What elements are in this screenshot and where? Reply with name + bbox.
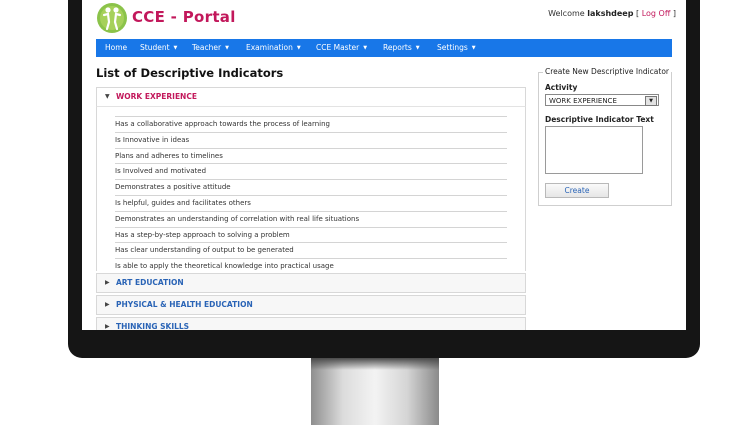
section-header-thinking-skills[interactable]: ▶ THINKING SKILLS	[96, 317, 526, 330]
main-nav: Home Student ▼ Teacher ▼ Examination ▼ CCE …	[96, 39, 672, 57]
nav-examination[interactable]: Examination ▼	[246, 39, 301, 57]
section-header-art-education[interactable]: ▶ ART EDUCATION	[96, 273, 526, 293]
nav-label: Examination	[246, 43, 293, 52]
indicator-item: Is Involved and motivated	[115, 164, 507, 181]
indicator-item: Has a step-by-step approach to solving a…	[115, 228, 507, 244]
arrow-down-icon: ▼	[105, 93, 110, 100]
indicator-accordion: ▼ WORK EXPERIENCE Has a collaborative ap…	[96, 87, 526, 330]
nav-label: Teacher	[192, 43, 222, 52]
arrow-right-icon: ▶	[105, 323, 110, 330]
section-header-physical-health-education[interactable]: ▶ PHYSICAL & HEALTH EDUCATION	[96, 295, 526, 315]
nav-teacher[interactable]: Teacher ▼	[192, 39, 229, 57]
nav-label: Reports	[383, 43, 412, 52]
welcome-text: Welcome	[548, 9, 588, 18]
indicator-list: Has a collaborative approach towards the…	[115, 116, 507, 275]
section-title: WORK EXPERIENCE	[116, 92, 197, 101]
figure-logo-icon	[97, 3, 127, 33]
nav-label: Home	[105, 43, 128, 52]
page-title: List of Descriptive Indicators	[96, 66, 284, 80]
nav-cce-master[interactable]: CCE Master ▼	[316, 39, 367, 57]
indicator-text-field[interactable]	[545, 126, 643, 174]
indicator-item: Is Innovative in ideas	[115, 133, 507, 149]
indicator-item: Demonstrates a positive attitude	[115, 180, 507, 196]
caret-down-icon: ▼	[296, 45, 301, 51]
caret-down-icon: ▼	[415, 45, 420, 51]
indicator-item: Plans and adheres to timelines	[115, 149, 507, 165]
nav-home[interactable]: Home	[105, 39, 127, 57]
username: lakshdeep	[587, 9, 634, 18]
caret-down-icon: ▼	[173, 45, 178, 51]
activity-value: WORK EXPERIENCE	[549, 97, 617, 105]
nav-label: Settings	[437, 43, 468, 52]
section-header-work-experience[interactable]: ▼ WORK EXPERIENCE	[96, 87, 526, 107]
arrow-right-icon: ▶	[105, 301, 110, 308]
indicator-item: Is helpful, guides and facilitates other…	[115, 196, 507, 212]
section-title: ART EDUCATION	[116, 278, 184, 287]
logoff-open-bracket: [	[633, 9, 642, 18]
nav-label: Student	[140, 43, 170, 52]
section-body-work-experience: Has a collaborative approach towards the…	[96, 107, 526, 275]
nav-student[interactable]: Student ▼	[140, 39, 177, 57]
nav-reports[interactable]: Reports ▼	[383, 39, 420, 57]
panel-legend: Create New Descriptive Indicator	[543, 67, 671, 76]
stand-shadow	[311, 358, 439, 370]
activity-label: Activity	[545, 83, 578, 92]
indicator-item: Demonstrates an understanding of correla…	[115, 212, 507, 228]
app-screen: CCE - Portal Welcome lakshdeep [ Log Off…	[82, 0, 686, 330]
logoff-close-bracket: ]	[670, 9, 676, 18]
nav-settings[interactable]: Settings ▼	[437, 39, 476, 57]
arrow-right-icon: ▶	[105, 279, 110, 286]
create-indicator-panel: Create New Descriptive Indicator Activit…	[538, 67, 672, 206]
indicator-item: Has a collaborative approach towards the…	[115, 116, 507, 133]
welcome-bar: Welcome lakshdeep [ Log Off ]	[548, 9, 676, 18]
caret-down-icon: ▼	[225, 45, 229, 51]
caret-down-icon: ▼	[471, 45, 476, 51]
section-title: THINKING SKILLS	[116, 322, 190, 330]
dropdown-arrow-icon[interactable]: ▼	[645, 96, 657, 106]
brand-title: CCE - Portal	[132, 8, 236, 26]
indicator-item: Has clear understanding of output to be …	[115, 243, 507, 260]
section-title: PHYSICAL & HEALTH EDUCATION	[116, 300, 253, 309]
indicator-text-label: Descriptive Indicator Text	[545, 115, 654, 124]
logoff-link[interactable]: Log Off	[642, 9, 671, 18]
caret-down-icon: ▼	[363, 45, 368, 51]
activity-select[interactable]: WORK EXPERIENCE ▼	[545, 94, 659, 106]
create-button[interactable]: Create	[545, 183, 609, 198]
nav-label: CCE Master	[316, 43, 360, 52]
